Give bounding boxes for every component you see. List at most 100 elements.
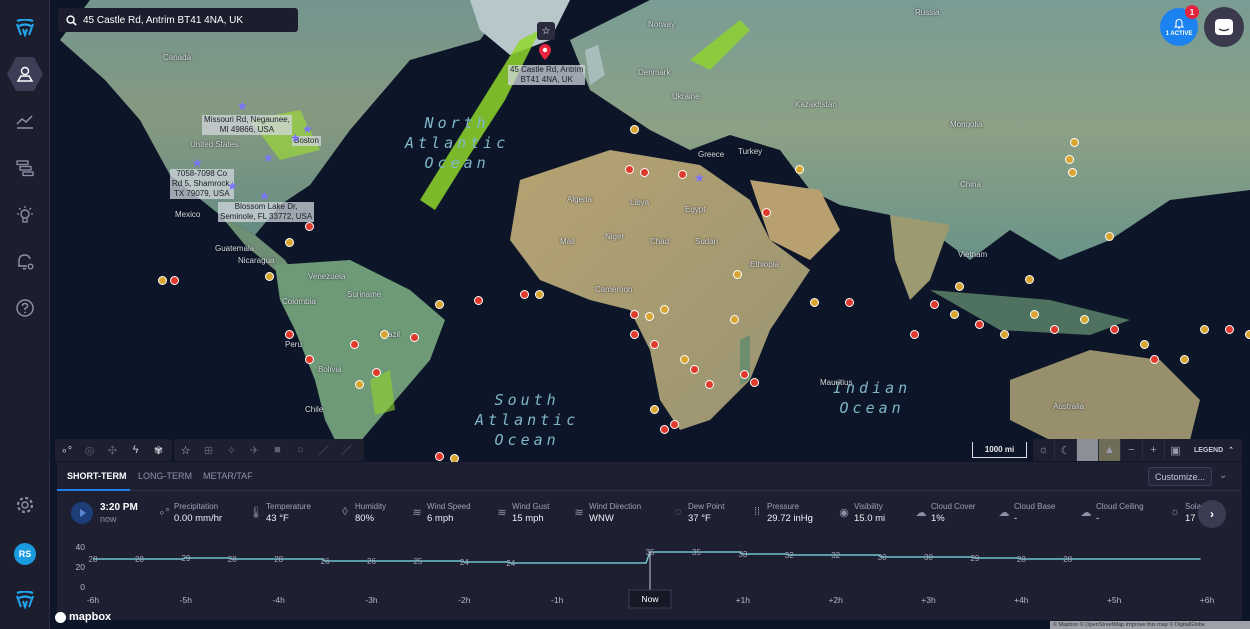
severe-alert-marker[interactable] <box>750 378 759 387</box>
severe-alert-marker[interactable] <box>670 420 679 429</box>
lightning-alert-marker[interactable] <box>1080 315 1089 324</box>
grid-add-icon[interactable]: ⊞ <box>197 439 220 461</box>
hurricane-layer-icon[interactable]: ✾ <box>147 439 170 461</box>
tab-short-term[interactable]: SHORT-TERM <box>67 471 127 481</box>
lightning-alert-marker[interactable] <box>650 405 659 414</box>
lightning-alert-marker[interactable] <box>265 272 274 281</box>
location-label-shamrock[interactable]: 7058-7098 Co Rd 5, Shamrock, TX 79079, USA <box>170 169 234 199</box>
lightning-alert-marker[interactable] <box>435 300 444 309</box>
severe-alert-marker[interactable] <box>625 165 634 174</box>
line-icon[interactable]: ／ <box>312 439 335 461</box>
severe-alert-marker[interactable] <box>705 380 714 389</box>
severe-alert-marker[interactable] <box>740 370 749 379</box>
sidebar-item-insights[interactable] <box>8 198 42 232</box>
severe-alert-marker[interactable] <box>285 330 294 339</box>
severe-alert-marker[interactable] <box>690 365 699 374</box>
sidebar-item-trends[interactable] <box>8 104 42 138</box>
location-star-icon[interactable]: ★ <box>259 190 270 202</box>
severe-alert-marker[interactable] <box>1225 325 1234 334</box>
lightning-alert-marker[interactable] <box>1030 310 1039 319</box>
lightning-alert-marker[interactable] <box>158 276 167 285</box>
customize-button[interactable]: Customize... <box>1148 467 1212 486</box>
next-metrics-button[interactable]: › <box>1198 500 1226 528</box>
compass-icon[interactable]: ▲ <box>1099 439 1121 461</box>
severe-alert-marker[interactable] <box>678 170 687 179</box>
severe-alert-marker[interactable] <box>630 310 639 319</box>
light-mode-icon[interactable]: ☼ <box>1033 439 1055 461</box>
severe-alert-marker[interactable] <box>1110 325 1119 334</box>
severe-alert-marker[interactable] <box>640 168 649 177</box>
severe-alert-marker[interactable] <box>650 340 659 349</box>
location-star-icon[interactable]: ★ <box>192 157 203 169</box>
line-alt-icon[interactable]: ／ <box>335 439 358 461</box>
severe-alert-marker[interactable] <box>305 355 314 364</box>
severe-alert-marker[interactable] <box>170 276 179 285</box>
sidebar-item-help[interactable] <box>8 291 42 325</box>
lightning-alert-marker[interactable] <box>1065 155 1074 164</box>
lightning-alert-marker[interactable] <box>1068 168 1077 177</box>
lightning-alert-marker[interactable] <box>1245 330 1250 339</box>
sidebar-item-alert-settings[interactable] <box>8 245 42 279</box>
lightning-alert-marker[interactable] <box>1200 325 1209 334</box>
severe-alert-marker[interactable] <box>1050 325 1059 334</box>
location-label-negaunee[interactable]: Missouri Rd, Negaunee, MI 49866, USA <box>202 115 292 135</box>
lightning-alert-marker[interactable] <box>285 238 294 247</box>
tab-long-term[interactable]: LONG-TERM <box>138 471 192 481</box>
lightning-layer-icon[interactable]: ϟ <box>124 439 147 461</box>
legend-button[interactable]: LEGEND ⌃ <box>1186 439 1242 461</box>
sidebar-item-timeline[interactable] <box>8 151 42 185</box>
precipitation-layer-icon[interactable]: ∘° <box>55 439 78 461</box>
location-star-icon[interactable]: ★ <box>290 132 301 144</box>
lightning-alert-marker[interactable] <box>660 305 669 314</box>
map-attribution[interactable]: © Mapbox © OpenStreetMap Improve this ma… <box>1050 621 1250 629</box>
location-star-icon[interactable]: ★ <box>227 180 238 192</box>
airplane-icon[interactable]: ✈ <box>243 439 266 461</box>
lightning-alert-marker[interactable] <box>795 165 804 174</box>
location-label-seminole[interactable]: Blossom Lake Dr, Seminole, FL 33772, USA <box>218 202 315 222</box>
severe-alert-marker[interactable] <box>474 296 483 305</box>
lightning-alert-marker[interactable] <box>355 380 364 389</box>
severe-alert-marker[interactable] <box>520 290 529 299</box>
location-star-icon[interactable]: ★ <box>302 123 313 135</box>
lightning-alert-marker[interactable] <box>680 355 689 364</box>
dark-mode-icon[interactable]: ☾ <box>1055 439 1077 461</box>
crosshair-icon[interactable]: ✧ <box>220 439 243 461</box>
chevron-down-icon[interactable]: ⌄ <box>1219 470 1227 481</box>
forecast-chart[interactable]: 0 20 40 -6h -5h -4h -3h -2h -1h +1h +2h +3h +4h +5h +6… <box>57 537 1242 617</box>
chat-button[interactable] <box>1204 7 1244 47</box>
satellite-layer-icon[interactable]: ✣ <box>101 439 124 461</box>
circle-icon[interactable]: ○ <box>289 439 312 461</box>
severe-alert-marker[interactable] <box>930 300 939 309</box>
lightning-alert-marker[interactable] <box>1025 275 1034 284</box>
favorite-star-button[interactable]: ☆ <box>537 22 555 40</box>
zoom-in-icon[interactable]: + <box>1143 439 1165 461</box>
zoom-out-icon[interactable]: − <box>1121 439 1143 461</box>
settings-button[interactable] <box>8 488 42 522</box>
severe-alert-marker[interactable] <box>435 452 444 461</box>
lightning-alert-marker[interactable] <box>630 125 639 134</box>
lightning-alert-marker[interactable] <box>810 298 819 307</box>
satellite-style-icon[interactable] <box>1077 439 1099 461</box>
tab-metar-taf[interactable]: METAR/TAF <box>203 471 253 481</box>
severe-alert-marker[interactable] <box>910 330 919 339</box>
lightning-alert-marker[interactable] <box>1000 330 1009 339</box>
severe-alert-marker[interactable] <box>975 320 984 329</box>
severe-alert-marker[interactable] <box>660 425 669 434</box>
search-input[interactable] <box>83 14 293 26</box>
location-star-icon[interactable]: ★ <box>263 152 274 164</box>
lightning-alert-marker[interactable] <box>1180 355 1189 364</box>
lightning-alert-marker[interactable] <box>380 330 389 339</box>
lightning-alert-marker[interactable] <box>950 310 959 319</box>
location-pin-icon[interactable] <box>539 44 551 60</box>
severe-alert-marker[interactable] <box>630 330 639 339</box>
radar-layer-icon[interactable]: ◎ <box>78 439 101 461</box>
lightning-alert-marker[interactable] <box>1140 340 1149 349</box>
severe-alert-marker[interactable] <box>762 208 771 217</box>
severe-alert-marker[interactable] <box>410 333 419 342</box>
severe-alert-marker[interactable] <box>845 298 854 307</box>
lightning-alert-marker[interactable] <box>535 290 544 299</box>
star-icon[interactable]: ☆ <box>174 439 197 461</box>
lightning-alert-marker[interactable] <box>955 282 964 291</box>
square-icon[interactable]: ■ <box>266 439 289 461</box>
present-icon[interactable]: ▣ <box>1165 439 1187 461</box>
